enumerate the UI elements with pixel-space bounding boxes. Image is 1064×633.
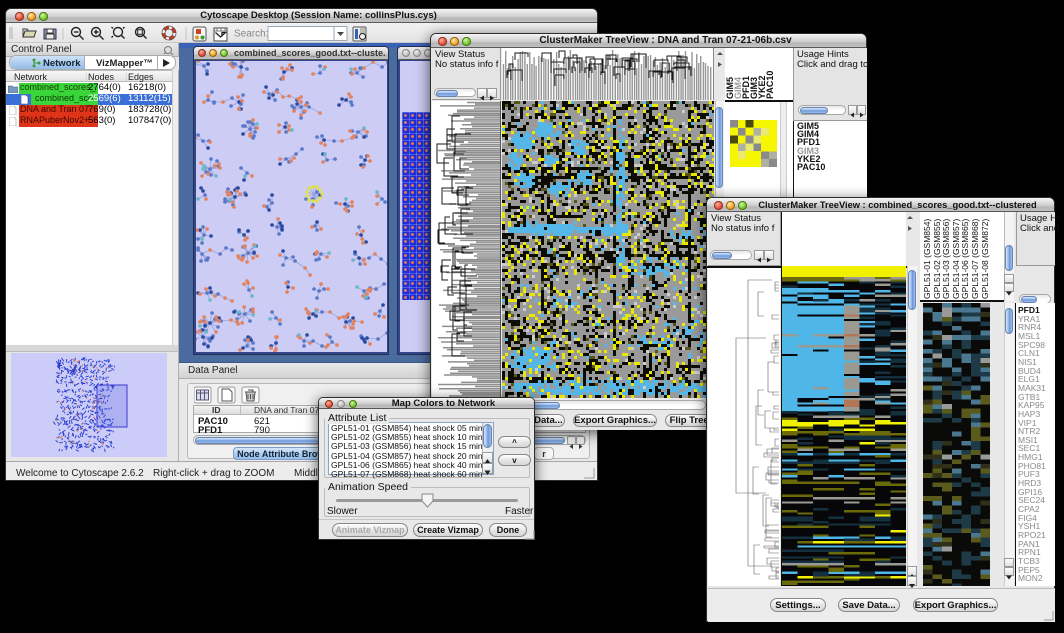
svg-text:GPL51-01 (GSM854): GPL51-01 (GSM854) [922, 219, 932, 299]
svg-text:GPL51-03 (GSM856): GPL51-03 (GSM856) [941, 219, 951, 299]
svg-text:GPL51-07 (GSM868): GPL51-07 (GSM868) [970, 219, 980, 299]
svg-text:GPL51-08 (GSM872): GPL51-08 (GSM872) [980, 219, 990, 299]
svg-text:Search:: Search: [234, 29, 268, 40]
svg-text:GPL51-06 (GSM865): GPL51-06 (GSM865) [960, 219, 970, 299]
svg-text:PAC10: PAC10 [765, 71, 775, 99]
